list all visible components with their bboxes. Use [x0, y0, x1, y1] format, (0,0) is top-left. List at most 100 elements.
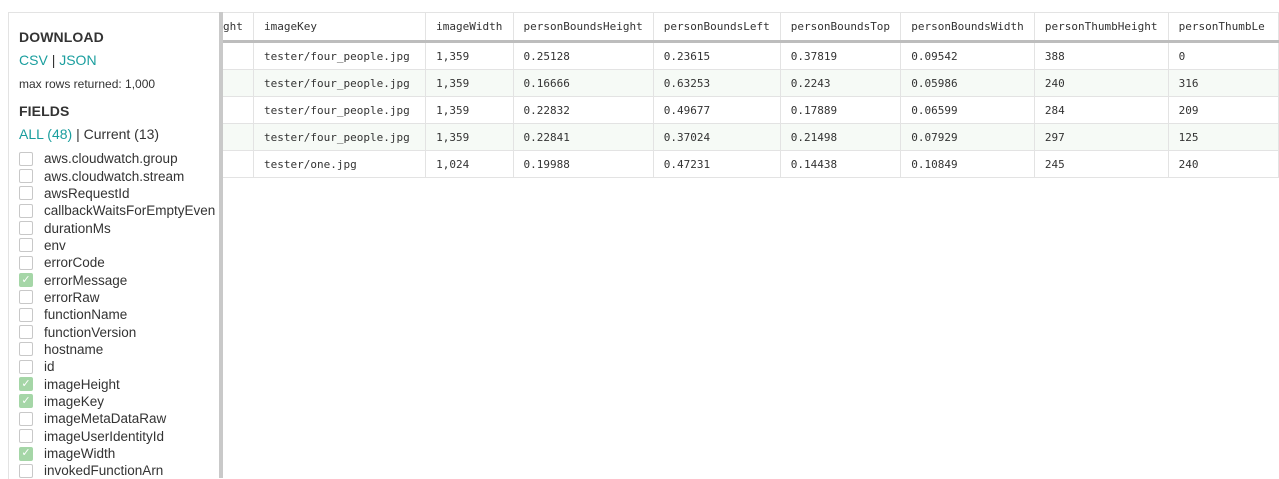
- field-item[interactable]: awsRequestId: [19, 185, 220, 202]
- field-item[interactable]: id: [19, 358, 220, 375]
- field-item[interactable]: ✓ errorMessage: [19, 271, 220, 288]
- checkbox-icon[interactable]: [19, 325, 33, 340]
- checkbox-icon[interactable]: [19, 186, 33, 201]
- checkbox-checked-icon[interactable]: ✓: [19, 377, 33, 392]
- checkbox-icon[interactable]: [19, 429, 33, 444]
- table-cell: [223, 123, 255, 151]
- field-item[interactable]: invokedFunctionArn: [19, 462, 220, 479]
- table-row[interactable]: tester/four_people.jpg 1,359 0.22841 0.3702…: [223, 123, 1279, 151]
- field-item[interactable]: imageMetaDataRaw: [19, 410, 220, 427]
- field-item[interactable]: env: [19, 237, 220, 254]
- table-cell: 0.25128: [513, 41, 654, 70]
- checkbox-icon[interactable]: [19, 151, 33, 166]
- table-cell: 0.05986: [900, 69, 1035, 97]
- table-cell: tester/four_people.jpg: [253, 41, 427, 70]
- table-cell: 1,359: [425, 123, 514, 151]
- checkbox-icon[interactable]: [19, 463, 33, 478]
- field-item[interactable]: aws.cloudwatch.stream: [19, 167, 220, 184]
- field-item[interactable]: imageUserIdentityId: [19, 428, 220, 445]
- column-header[interactable]: ght: [223, 12, 255, 43]
- field-label: errorCode: [44, 255, 105, 271]
- field-label: env: [44, 237, 66, 253]
- field-item[interactable]: aws.cloudwatch.group: [19, 150, 220, 167]
- field-item[interactable]: errorCode: [19, 254, 220, 271]
- results-table: ght imageKey imageWidth personBoundsHeight p…: [223, 12, 1279, 178]
- column-header[interactable]: imageKey: [253, 12, 427, 43]
- checkbox-icon[interactable]: [19, 203, 33, 218]
- json-link[interactable]: JSON: [59, 52, 96, 68]
- results-table-container[interactable]: ght imageKey imageWidth personBoundsHeight p…: [223, 12, 1279, 178]
- table-cell: 1,359: [425, 41, 514, 70]
- checkbox-icon[interactable]: [19, 290, 33, 305]
- field-item[interactable]: durationMs: [19, 219, 220, 236]
- column-header[interactable]: personBoundsHeight: [513, 12, 654, 43]
- checkbox-checked-icon[interactable]: ✓: [19, 446, 33, 461]
- max-rows-text: max rows returned: 1,000: [19, 77, 156, 91]
- table-cell: tester/four_people.jpg: [253, 123, 427, 151]
- checkbox-icon[interactable]: [19, 169, 33, 184]
- table-cell: 0.63253: [653, 69, 781, 97]
- field-item[interactable]: ✓ imageKey: [19, 393, 220, 410]
- csv-link[interactable]: CSV: [19, 52, 48, 68]
- field-item[interactable]: ✓ imageWidth: [19, 445, 220, 462]
- table-row[interactable]: tester/one.jpg 1,024 0.19988 0.47231 0.14438…: [223, 150, 1279, 178]
- field-item[interactable]: callbackWaitsForEmptyEven: [19, 202, 220, 219]
- checkbox-icon[interactable]: [19, 221, 33, 236]
- column-header[interactable]: personThumbHeight: [1034, 12, 1169, 43]
- sidebar-panel: DOWNLOAD CSV | JSON max rows returned: 1…: [8, 12, 220, 479]
- table-cell: 388: [1034, 41, 1169, 70]
- field-item[interactable]: functionName: [19, 306, 220, 323]
- checkbox-icon[interactable]: [19, 238, 33, 253]
- table-row[interactable]: tester/four_people.jpg 1,359 0.22832 0.4967…: [223, 96, 1279, 124]
- checkbox-icon[interactable]: [19, 255, 33, 270]
- field-item[interactable]: functionVersion: [19, 323, 220, 340]
- table-cell: 0.17889: [780, 96, 902, 124]
- tab-current[interactable]: Current (13): [84, 126, 159, 142]
- field-label: imageMetaDataRaw: [44, 411, 167, 427]
- column-header[interactable]: personBoundsWidth: [900, 12, 1035, 43]
- checkbox-icon[interactable]: [19, 411, 33, 426]
- table-cell: [223, 96, 255, 124]
- link-separator: |: [51, 52, 56, 68]
- column-header[interactable]: imageWidth: [425, 12, 514, 43]
- table-header-row: ght imageKey imageWidth personBoundsHeight p…: [223, 12, 1279, 43]
- field-list: aws.cloudwatch.group aws.cloudwatch.strea…: [19, 150, 220, 479]
- table-cell: 1,024: [425, 150, 514, 178]
- table-cell: 0.14438: [780, 150, 902, 178]
- field-label: aws.cloudwatch.group: [44, 151, 178, 167]
- table-cell: 284: [1034, 96, 1169, 124]
- field-item[interactable]: ✓ imageHeight: [19, 375, 220, 392]
- field-label: awsRequestId: [44, 185, 130, 201]
- table-row[interactable]: tester/four_people.jpg 1,359 0.25128 0.2361…: [223, 41, 1279, 70]
- download-links: CSV | JSON: [19, 52, 97, 68]
- checkbox-icon[interactable]: [19, 359, 33, 374]
- checkbox-checked-icon[interactable]: ✓: [19, 273, 33, 288]
- field-label: aws.cloudwatch.stream: [44, 168, 185, 184]
- table-cell: 240: [1168, 150, 1279, 178]
- table-cell: [223, 41, 255, 70]
- checkbox-checked-icon[interactable]: ✓: [19, 394, 33, 409]
- column-header[interactable]: personBoundsTop: [780, 12, 902, 43]
- table-cell: tester/one.jpg: [253, 150, 427, 178]
- table-cell: [223, 69, 255, 97]
- field-label: imageHeight: [44, 376, 120, 392]
- table-row[interactable]: tester/four_people.jpg 1,359 0.16666 0.6325…: [223, 69, 1279, 97]
- field-label: imageUserIdentityId: [44, 428, 165, 444]
- table-cell: 0.06599: [900, 96, 1035, 124]
- tab-all[interactable]: ALL (48): [19, 126, 72, 142]
- field-label: id: [44, 359, 55, 375]
- column-header[interactable]: personThumbLe: [1168, 12, 1279, 43]
- field-label: imageKey: [44, 393, 105, 409]
- tab-separator: |: [76, 126, 80, 142]
- table-cell: 125: [1168, 123, 1279, 151]
- table-cell: tester/four_people.jpg: [253, 96, 427, 124]
- field-label: invokedFunctionArn: [44, 463, 164, 479]
- column-header[interactable]: personBoundsLeft: [653, 12, 781, 43]
- checkbox-icon[interactable]: [19, 342, 33, 357]
- field-item[interactable]: errorRaw: [19, 289, 220, 306]
- checkbox-icon[interactable]: [19, 307, 33, 322]
- table-cell: [223, 150, 255, 178]
- fields-tabs: ALL (48) | Current (13): [19, 126, 159, 142]
- field-item[interactable]: hostname: [19, 341, 220, 358]
- table-cell: 0.22841: [513, 123, 654, 151]
